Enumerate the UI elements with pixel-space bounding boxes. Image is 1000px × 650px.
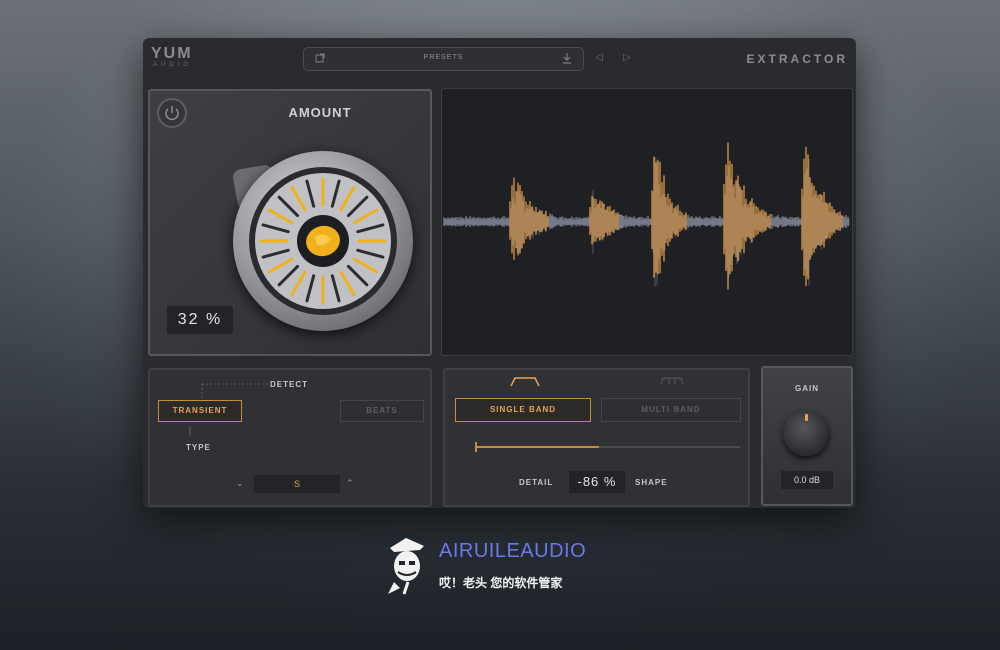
amount-title: AMOUNT (288, 105, 352, 120)
product-name: EXTRACTOR (746, 52, 848, 66)
type-value[interactable]: S (254, 475, 340, 493)
waveform (443, 142, 850, 290)
multi-band-button[interactable]: MULTI BAND (601, 398, 741, 422)
amount-value-display[interactable]: 32 % (167, 306, 233, 334)
type-up-icon[interactable]: ⌃ (346, 478, 354, 489)
gain-value: 0.0 (793, 475, 807, 485)
single-band-icon (510, 377, 540, 387)
watermark-subtitle: 哎！老头 您的软件管家 (439, 576, 563, 590)
gain-unit: dB (809, 475, 821, 485)
prev-preset-icon[interactable]: ◁ (595, 52, 603, 63)
beats-button[interactable]: BEATS (340, 400, 424, 422)
plugin-window: YUM AUDIO PRESETS ◁ ▷ EXTRACTOR AMOUNT 3… (143, 38, 856, 508)
type-label: TYPE (186, 443, 211, 452)
gain-value-display[interactable]: 0.0 dB (781, 471, 833, 489)
detail-value-display[interactable]: -86 % (569, 471, 625, 493)
detail-unit: % (603, 474, 617, 489)
preset-label: PRESETS (423, 54, 464, 61)
band-panel: SINGLE BAND MULTI BAND DETAIL -86 % SHAP… (443, 368, 750, 507)
detail-label: DETAIL (519, 478, 554, 487)
amount-panel: AMOUNT 32 % (148, 89, 432, 356)
detect-panel: DETECT TRANSIENT BEATS TYPE ⌄ S ⌃ (148, 368, 432, 507)
old-man-mascot-icon (388, 538, 424, 595)
download-icon[interactable] (561, 52, 573, 64)
transient-button[interactable]: TRANSIENT (158, 400, 242, 422)
detail-slider-fill (475, 446, 599, 448)
knob-face (249, 167, 397, 315)
detect-label: DETECT (270, 380, 308, 389)
shape-label: SHAPE (635, 478, 668, 487)
detail-slider-handle[interactable] (475, 442, 477, 452)
band-icons (510, 377, 684, 387)
gain-knob-indicator (805, 414, 808, 421)
amount-unit: % (206, 311, 223, 328)
watermark-title: AIRUILEAUDIO (439, 540, 587, 562)
yum-audio-logo: YUM AUDIO (151, 46, 211, 72)
gain-knob[interactable] (783, 410, 829, 456)
logo-sub-text: AUDIO (153, 62, 193, 68)
gain-panel: GAIN 0.0 dB (761, 366, 853, 506)
detail-slider[interactable] (475, 442, 740, 452)
amount-value: 32 (177, 311, 200, 328)
single-band-button[interactable]: SINGLE BAND (455, 398, 591, 422)
next-preset-icon[interactable]: ▷ (623, 52, 631, 63)
type-down-icon[interactable]: ⌄ (236, 478, 244, 489)
gain-title: GAIN (795, 384, 819, 393)
detail-value: -86 (577, 474, 600, 489)
watermark: AIRUILEAUDIO 哎！老头 您的软件管家 (380, 536, 640, 600)
logo-main-text: YUM (151, 45, 193, 62)
preset-browser[interactable]: PRESETS (303, 47, 584, 71)
multi-band-icon (660, 377, 684, 385)
amount-knob[interactable] (233, 151, 413, 331)
waveform-display (441, 88, 853, 356)
